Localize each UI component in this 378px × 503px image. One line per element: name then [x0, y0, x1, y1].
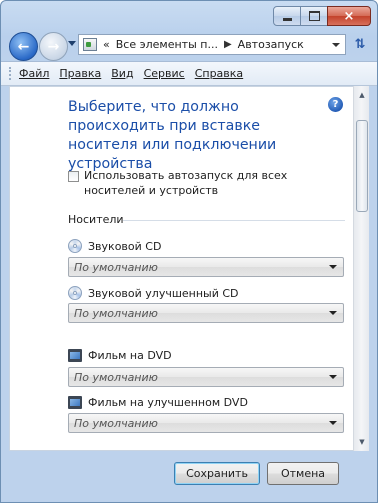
save-button[interactable]: Сохранить: [174, 462, 260, 485]
minimize-icon: [282, 17, 292, 21]
audio-cd-select[interactable]: По умолчанию: [68, 257, 344, 277]
cancel-button[interactable]: Отмена: [267, 462, 339, 485]
arrow-left-icon: ←: [17, 38, 30, 55]
enhanced-audio-cd-select[interactable]: По умолчанию: [68, 303, 344, 323]
autoplay-window: × ← → « Все элементы п... ▶ Автозапуск ⇅…: [0, 0, 378, 503]
menu-edit[interactable]: Правка: [54, 67, 106, 80]
media-label-enhanced-dvd-movie: Фильм на улучшенном DVD: [68, 396, 248, 409]
refresh-icon: ⇅: [354, 37, 366, 52]
caption-buttons: ×: [273, 6, 371, 26]
address-bar[interactable]: « Все элементы п... ▶ Автозапуск: [78, 34, 346, 55]
media-label-dvd-movie: Фильм на DVD: [68, 349, 172, 362]
close-button[interactable]: ×: [327, 6, 371, 26]
address-dropdown[interactable]: [332, 42, 340, 47]
menu-bar: Файл Правка Вид Сервис Справка: [1, 61, 377, 86]
menu-tools[interactable]: Сервис: [139, 67, 190, 80]
chevron-down-icon: [329, 265, 337, 269]
control-panel-icon: [83, 38, 97, 51]
media-label-enhanced-audio-cd: Звуковой улучшенный CD: [68, 286, 239, 300]
dvd-movie-icon: [68, 349, 82, 362]
vertical-scrollbar[interactable]: ▲ ▼: [353, 86, 369, 451]
autorun-checkbox-label[interactable]: Использовать автозапуск для всех носител…: [84, 168, 324, 198]
breadcrumb-overflow[interactable]: «: [103, 38, 110, 51]
group-divider: [123, 220, 345, 221]
scroll-down-icon[interactable]: ▼: [355, 434, 369, 449]
enhanced-audio-cd-icon: [68, 286, 82, 300]
media-group-heading: Носители: [68, 213, 124, 226]
arrow-right-icon: →: [47, 38, 60, 55]
help-icon[interactable]: ?: [328, 97, 343, 112]
media-label-audio-cd: Звуковой CD: [68, 239, 161, 253]
recent-pages-dropdown[interactable]: [68, 41, 76, 46]
chevron-down-icon: [329, 375, 337, 379]
maximize-button[interactable]: [300, 6, 328, 26]
scroll-up-icon[interactable]: ▲: [355, 87, 369, 102]
chevron-down-icon: [329, 421, 337, 425]
dvd-movie-select[interactable]: По умолчанию: [68, 367, 344, 387]
audio-cd-icon: [68, 239, 82, 253]
menu-view[interactable]: Вид: [106, 67, 138, 80]
breadcrumb-separator-icon[interactable]: ▶: [224, 39, 232, 50]
scrollbar-thumb[interactable]: [356, 120, 368, 212]
content-pane: Выберите, что должно происходить при вст…: [9, 86, 361, 451]
breadcrumb-all-items[interactable]: Все элементы п...: [116, 38, 218, 51]
minimize-button[interactable]: [273, 6, 301, 26]
enhanced-dvd-movie-select[interactable]: По умолчанию: [68, 413, 344, 433]
close-icon: ×: [343, 8, 355, 24]
autorun-checkbox[interactable]: [68, 171, 79, 182]
page-title: Выберите, что должно происходить при вст…: [68, 99, 277, 172]
forward-button[interactable]: →: [39, 32, 68, 61]
menu-help[interactable]: Справка: [190, 67, 248, 80]
back-button[interactable]: ←: [9, 32, 38, 61]
breadcrumb-autoplay[interactable]: Автозапуск: [238, 38, 304, 51]
chevron-down-icon: [329, 311, 337, 315]
enhanced-dvd-movie-icon: [68, 396, 82, 409]
menu-file[interactable]: Файл: [14, 67, 54, 80]
maximize-icon: [308, 11, 320, 21]
refresh-button[interactable]: ⇅: [349, 34, 371, 55]
